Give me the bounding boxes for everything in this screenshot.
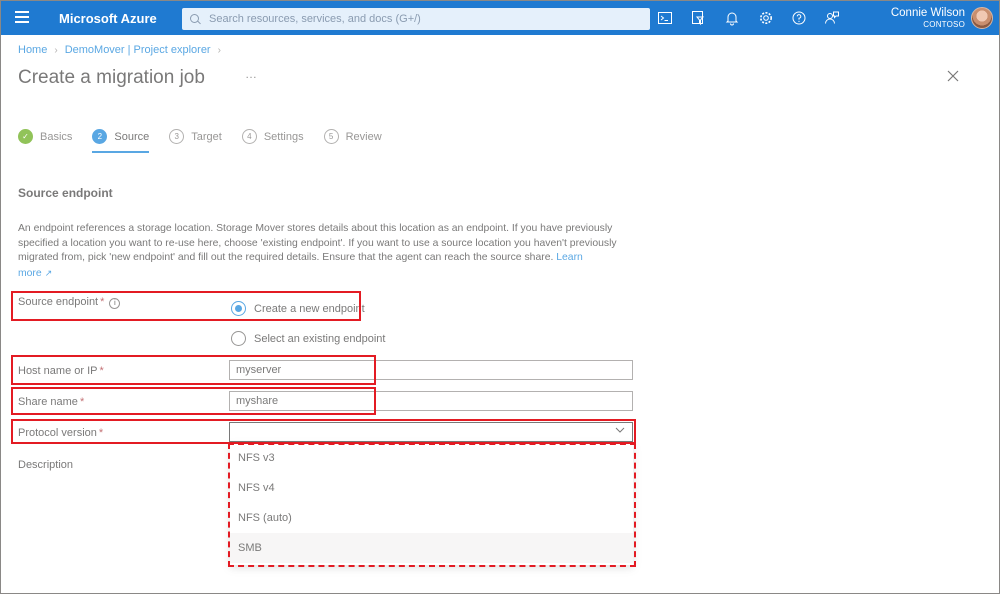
settings-icon[interactable] — [758, 10, 774, 26]
search-box[interactable] — [182, 8, 650, 30]
breadcrumb-chevron-icon: › — [54, 44, 58, 56]
breadcrumb-home[interactable]: Home — [18, 44, 47, 56]
highlight-protocol-options — [228, 443, 636, 567]
radio-label: Select an existing endpoint — [254, 332, 386, 345]
tab-settings[interactable]: 4 Settings — [241, 128, 304, 145]
cloud-shell-icon[interactable] — [657, 10, 673, 26]
step-number: 5 — [323, 129, 339, 144]
tab-label: Review — [345, 130, 382, 143]
tab-source[interactable]: 2 Source — [92, 128, 150, 153]
tab-review[interactable]: 5 Review — [323, 128, 382, 145]
account-menu[interactable]: Connie Wilson CONTOSO — [891, 7, 965, 30]
portal-window: Microsoft Azure Connie Wilson CONTOSO — [0, 0, 1000, 594]
notifications-icon[interactable] — [724, 10, 740, 26]
section-description: An endpoint references a storage locatio… — [18, 222, 618, 281]
tab-label: Target — [191, 130, 222, 143]
tab-label: Basics — [40, 130, 73, 143]
user-org: CONTOSO — [923, 20, 965, 29]
description-text: An endpoint references a storage locatio… — [18, 223, 617, 263]
more-options-icon[interactable]: … — [245, 67, 258, 81]
tab-basics[interactable]: ✓ Basics — [18, 128, 72, 145]
avatar[interactable] — [971, 7, 993, 29]
search-icon — [190, 13, 201, 25]
step-number: 4 — [241, 129, 257, 144]
highlight-protocol-version — [11, 419, 636, 444]
breadcrumb-chevron-icon: › — [217, 44, 221, 56]
tab-label: Source — [114, 130, 150, 143]
external-link-icon: ↗ — [44, 267, 53, 278]
highlight-share-name — [11, 387, 376, 415]
radio-unselected-icon[interactable] — [231, 331, 246, 346]
brand-title[interactable]: Microsoft Azure — [59, 11, 157, 26]
step-complete-icon: ✓ — [18, 129, 33, 144]
breadcrumb-project-explorer[interactable]: DemoMover | Project explorer — [65, 44, 211, 56]
description-label: Description — [18, 459, 74, 471]
top-bar: Microsoft Azure Connie Wilson CONTOSO — [1, 1, 999, 35]
step-number: 3 — [169, 129, 185, 144]
search-input[interactable] — [209, 13, 629, 25]
radio-select-existing-endpoint[interactable]: Select an existing endpoint — [231, 331, 385, 346]
highlight-host-name — [11, 355, 376, 385]
breadcrumb: Home › DemoMover | Project explorer › — [18, 44, 221, 56]
directory-filter-icon[interactable] — [690, 10, 706, 26]
highlight-source-endpoint — [11, 291, 361, 321]
step-number: 2 — [92, 129, 108, 144]
close-icon[interactable] — [945, 69, 961, 85]
feedback-icon[interactable] — [824, 10, 840, 26]
menu-icon[interactable] — [15, 11, 29, 25]
help-icon[interactable] — [791, 10, 807, 26]
tab-label: Settings — [263, 130, 304, 143]
page-title: Create a migration job — [18, 67, 205, 88]
tab-target[interactable]: 3 Target — [169, 128, 222, 145]
user-name: Connie Wilson — [890, 7, 965, 19]
section-title: Source endpoint — [18, 186, 113, 200]
wizard-steps: ✓ Basics 2 Source 3 Target 4 Settings 5 … — [18, 128, 402, 153]
